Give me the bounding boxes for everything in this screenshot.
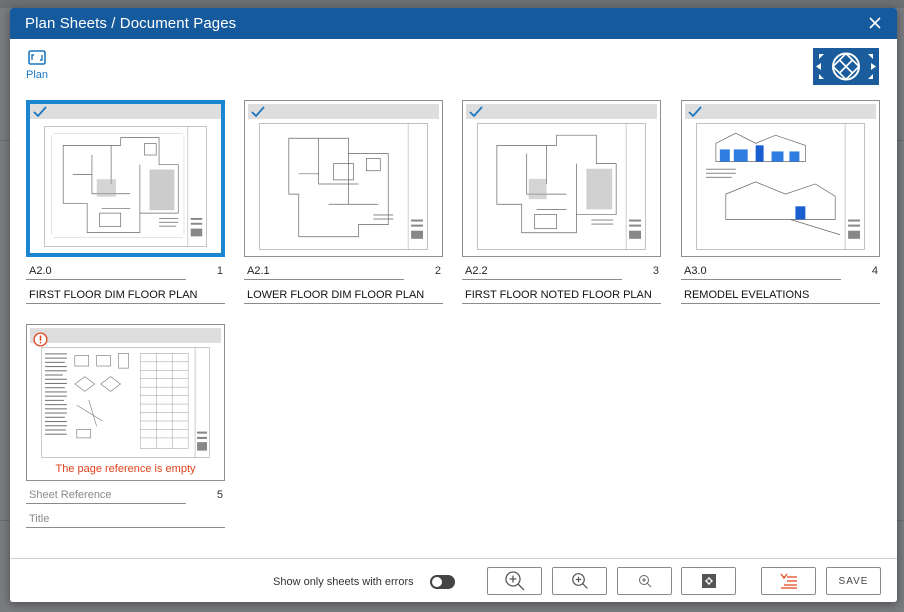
field-underline xyxy=(681,303,880,304)
zoom-in-large-button[interactable] xyxy=(487,567,542,595)
field-underline xyxy=(462,279,622,280)
error-icon xyxy=(33,332,48,347)
checkmark-icon xyxy=(688,106,702,118)
thumbnail-header-bar xyxy=(30,104,221,119)
plan-sheet-icon xyxy=(28,50,46,65)
sheet-card[interactable]: A3.0 4 REMODEL EVELATIONS xyxy=(681,100,880,306)
page-number: 5 xyxy=(216,489,223,501)
zoom-in-large-icon xyxy=(504,571,524,591)
thumbnail-header-bar xyxy=(30,328,221,343)
fit-to-screen-button[interactable] xyxy=(681,567,736,595)
field-underline xyxy=(244,279,404,280)
page-number: 3 xyxy=(652,265,659,277)
sheet-thumbnail[interactable] xyxy=(462,100,661,257)
sheet-reference-field[interactable]: Sheet Reference xyxy=(29,489,112,501)
plan-sheets-dialog: Plan Sheets / Document Pages Plan A2.0 1… xyxy=(10,8,897,602)
page-number: 2 xyxy=(434,265,441,277)
field-underline xyxy=(462,303,661,304)
sheet-thumbnail[interactable] xyxy=(26,100,225,257)
floor-plan-drawing xyxy=(259,123,428,250)
field-underline xyxy=(26,527,225,528)
checkmark-icon xyxy=(33,106,47,118)
fit-to-screen-icon xyxy=(701,574,716,588)
sheet-card[interactable]: A2.1 2 LOWER FLOOR DIM FLOOR PLAN xyxy=(244,100,443,306)
sort-list-icon xyxy=(779,573,797,589)
dialog-header: Plan Sheets / Document Pages xyxy=(10,8,897,39)
close-icon[interactable] xyxy=(867,15,883,31)
floor-plan-drawing xyxy=(477,123,646,250)
sheet-reference-field[interactable]: A2.0 xyxy=(29,265,52,277)
save-button-label: SAVE xyxy=(838,575,869,587)
brand-logo xyxy=(813,48,879,85)
field-underline xyxy=(26,279,186,280)
zoom-in-medium-icon xyxy=(571,573,588,589)
dialog-title: Plan Sheets / Document Pages xyxy=(25,15,237,32)
sheet-reference-field[interactable]: A2.1 xyxy=(247,265,270,277)
zoom-in-small-icon xyxy=(638,575,651,588)
document-drawing xyxy=(41,347,210,458)
sheet-card[interactable]: A2.0 1 FIRST FLOOR DIM FLOOR PLAN xyxy=(26,100,225,306)
field-underline xyxy=(244,303,443,304)
sheet-title-field[interactable]: LOWER FLOOR DIM FLOOR PLAN xyxy=(247,289,424,301)
zoom-in-small-button[interactable] xyxy=(617,567,672,595)
checkmark-icon xyxy=(469,106,483,118)
sheet-card[interactable]: The page reference is empty Sheet Refere… xyxy=(26,324,225,530)
sheet-title-field[interactable]: REMODEL EVELATIONS xyxy=(684,289,809,301)
errors-filter-toggle[interactable] xyxy=(430,575,455,589)
background-header xyxy=(0,0,904,8)
field-underline xyxy=(26,503,186,504)
tab-plan-label: Plan xyxy=(25,69,49,81)
field-underline xyxy=(681,279,841,280)
elevation-drawing xyxy=(696,123,865,250)
sheet-thumbnail[interactable]: The page reference is empty xyxy=(26,324,225,481)
dialog-footer: Show only sheets with errors SAVE xyxy=(10,558,897,602)
zoom-in-medium-button[interactable] xyxy=(552,567,607,595)
thumbnail-header-bar xyxy=(248,104,439,119)
sheet-card[interactable]: A2.2 3 FIRST FLOOR NOTED FLOOR PLAN xyxy=(462,100,661,306)
page-number: 4 xyxy=(871,265,878,277)
page-number: 1 xyxy=(216,265,223,277)
sheet-thumbnail[interactable] xyxy=(681,100,880,257)
sort-sheets-button[interactable] xyxy=(761,567,816,595)
sheet-title-field[interactable]: FIRST FLOOR NOTED FLOOR PLAN xyxy=(465,289,652,301)
sheet-reference-field[interactable]: A2.2 xyxy=(465,265,488,277)
checkmark-icon xyxy=(251,106,265,118)
sheet-reference-field[interactable]: A3.0 xyxy=(684,265,707,277)
thumbnail-header-bar xyxy=(685,104,876,119)
field-underline xyxy=(26,303,225,304)
save-button[interactable]: SAVE xyxy=(826,567,881,595)
sheet-title-field[interactable]: Title xyxy=(29,513,49,525)
sheet-title-field[interactable]: FIRST FLOOR DIM FLOOR PLAN xyxy=(29,289,198,301)
toggle-knob xyxy=(432,577,442,587)
thumbnail-header-bar xyxy=(466,104,657,119)
floor-plan-drawing xyxy=(44,126,207,247)
error-message: The page reference is empty xyxy=(55,463,196,475)
errors-filter-label: Show only sheets with errors xyxy=(273,576,414,588)
tab-plan[interactable]: Plan xyxy=(24,50,50,81)
sheet-thumbnail[interactable] xyxy=(244,100,443,257)
